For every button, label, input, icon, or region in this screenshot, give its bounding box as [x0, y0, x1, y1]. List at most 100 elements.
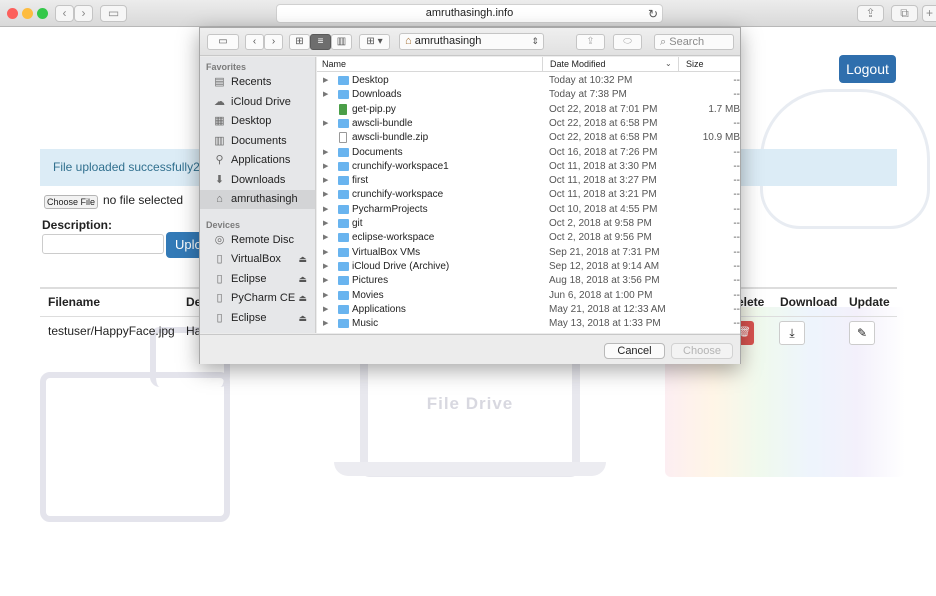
file-list-row[interactable]: ▶ Documents Oct 16, 2018 at 7:26 PM -- — [317, 146, 740, 160]
disclosure-triangle-icon[interactable]: ▶ — [323, 274, 328, 288]
sidebar-toggle-icon[interactable]: ▭ — [100, 5, 127, 22]
choose-file-button[interactable]: Choose File — [44, 195, 98, 209]
sidebar-device-pycharm-ce[interactable]: ▯ PyCharm CE ⏏ — [200, 289, 315, 308]
sidebar-item-icloud-drive[interactable]: ☁ iCloud Drive — [200, 93, 315, 112]
share-icon[interactable]: ⇪ — [576, 34, 605, 50]
column-header-size[interactable]: Size — [686, 57, 704, 71]
tabs-overview-icon[interactable]: ⧉ — [891, 5, 918, 22]
back-icon[interactable]: ‹ — [55, 5, 74, 22]
download-button[interactable]: ⤓ — [779, 321, 805, 345]
disclosure-triangle-icon[interactable]: ▶ — [323, 174, 328, 188]
sidebar-device-eclipse[interactable]: ▯ Eclipse ⏏ — [200, 309, 315, 328]
sidebar-item-recents[interactable]: ▤ Recents — [200, 73, 315, 92]
column-header-name[interactable]: Name — [322, 57, 346, 71]
share-icon[interactable]: ⇪ — [857, 5, 884, 22]
file-list-row[interactable]: ▶ Music May 13, 2018 at 1:33 PM -- — [317, 317, 740, 331]
file-list-row[interactable]: ▶ git Oct 2, 2018 at 9:58 PM -- — [317, 217, 740, 231]
file-list-row[interactable]: ▶ eclipse-workspace Oct 2, 2018 at 9:56 PM… — [317, 231, 740, 245]
file-list-row[interactable]: ▶ crunchify-workspace Oct 11, 2018 at 3:21… — [317, 188, 740, 202]
new-tab-icon[interactable]: + — [922, 5, 936, 22]
file-date: Oct 11, 2018 at 3:30 PM — [549, 160, 657, 172]
tag-icon[interactable]: ⬭ — [613, 34, 642, 50]
eject-icon[interactable]: ⏏ — [298, 289, 307, 308]
sidebar-item-applications[interactable]: ⚲ Applications — [200, 151, 315, 170]
file-size: -- — [733, 246, 740, 258]
disclosure-triangle-icon[interactable]: ▶ — [323, 231, 328, 245]
eject-icon[interactable]: ⏏ — [298, 309, 307, 328]
file-list-row[interactable]: ▶ iCloud Drive (Archive) Sep 12, 2018 at 9… — [317, 260, 740, 274]
eject-icon[interactable]: ⏏ — [298, 250, 307, 269]
disclosure-triangle-icon[interactable]: ▶ — [323, 88, 328, 102]
file-name: VirtualBox VMs — [352, 246, 421, 258]
sidebar-item-downloads[interactable]: ⬇ Downloads — [200, 171, 315, 190]
file-list-row[interactable]: ▶ crunchify-workspace1 Oct 11, 2018 at 3:3… — [317, 160, 740, 174]
sidebar-item-amruthasingh[interactable]: ⌂ amruthasingh — [200, 190, 315, 209]
file-list-row[interactable]: ▶ PycharmProjects Oct 10, 2018 at 4:55 PM -… — [317, 203, 740, 217]
file-list-row[interactable]: ▶ Downloads Today at 7:38 PM -- — [317, 88, 740, 102]
disclosure-triangle-icon[interactable]: ▶ — [323, 74, 328, 88]
description-input[interactable] — [42, 234, 164, 254]
column-header-delete: elete — [737, 295, 765, 309]
column-view-icon[interactable]: ▥ — [331, 34, 352, 50]
sidebar-device-remote-disc[interactable]: ◎ Remote Disc — [200, 231, 315, 250]
file-list-row[interactable]: ▶ Movies Jun 6, 2018 at 1:00 PM -- — [317, 289, 740, 303]
file-date: May 21, 2018 at 12:33 AM — [549, 303, 666, 315]
file-name: first — [352, 175, 369, 187]
location-popup[interactable]: ⌂ amruthasingh ⇕ — [399, 33, 544, 50]
reload-icon[interactable]: ↻ — [648, 6, 658, 23]
address-bar[interactable]: amruthasingh.info ↻ — [276, 4, 663, 23]
disclosure-triangle-icon[interactable]: ▶ — [323, 246, 328, 260]
file-list-row[interactable]: ▶ awscli-bundle Oct 22, 2018 at 6:58 PM -- — [317, 117, 740, 131]
close-window-button[interactable] — [7, 8, 18, 19]
file-list-row[interactable]: awscli-bundle.zip Oct 22, 2018 at 6:58 PM… — [317, 131, 740, 145]
folder-icon — [338, 147, 349, 157]
forward-icon[interactable]: › — [264, 34, 283, 50]
file-list-row[interactable]: ▶ Applications May 21, 2018 at 12:33 AM -- — [317, 303, 740, 317]
update-button[interactable]: ✎ — [849, 321, 875, 345]
disclosure-triangle-icon[interactable]: ▶ — [323, 217, 328, 231]
cancel-button[interactable]: Cancel — [604, 343, 665, 359]
sidebar-item-desktop[interactable]: ▦ Desktop — [200, 112, 315, 131]
file-size: -- — [733, 189, 740, 201]
disclosure-triangle-icon[interactable]: ▶ — [323, 260, 328, 274]
disclosure-triangle-icon[interactable]: ▶ — [323, 160, 328, 174]
dialog-footer: Cancel Choose — [200, 334, 740, 364]
minimize-window-button[interactable] — [22, 8, 33, 19]
sidebar-item-label: iCloud Drive — [231, 96, 291, 108]
choose-button[interactable]: Choose — [671, 343, 733, 359]
file-date: Oct 10, 2018 at 4:55 PM — [549, 203, 658, 215]
back-icon[interactable]: ‹ — [245, 34, 264, 50]
disclosure-triangle-icon[interactable]: ▶ — [323, 188, 328, 202]
sidebar-item-icon: ▤ — [214, 76, 225, 88]
group-menu-icon[interactable]: ⊞ ▾ — [359, 34, 390, 50]
file-list-row[interactable]: ▶ first Oct 11, 2018 at 3:27 PM -- — [317, 174, 740, 188]
file-list-row[interactable]: get-pip.py Oct 22, 2018 at 7:01 PM 1.7 MB — [317, 103, 740, 117]
folder-icon — [338, 319, 349, 329]
sidebar-item-documents[interactable]: ▥ Documents — [200, 132, 315, 151]
zoom-window-button[interactable] — [37, 8, 48, 19]
file-list-row[interactable]: ▶ Desktop Today at 10:32 PM -- — [317, 74, 740, 88]
file-size: -- — [733, 260, 740, 272]
file-list-row[interactable]: ▶ Pictures Aug 18, 2018 at 3:56 PM -- — [317, 274, 740, 288]
folder-icon — [338, 204, 349, 214]
eject-icon[interactable]: ⏏ — [298, 270, 307, 289]
disclosure-triangle-icon[interactable]: ▶ — [323, 117, 328, 131]
sidebar-toggle-icon[interactable]: ▭ — [207, 34, 239, 50]
search-field[interactable]: ⌕ Search — [654, 34, 734, 50]
file-list-row[interactable]: ▶ VirtualBox VMs Sep 21, 2018 at 7:31 PM -- — [317, 246, 740, 260]
sidebar-device-eclipse[interactable]: ▯ Eclipse ⏏ — [200, 270, 315, 289]
file-date: Oct 2, 2018 at 9:58 PM — [549, 218, 652, 229]
sidebar-device-virtualbox[interactable]: ▯ VirtualBox ⏏ — [200, 250, 315, 269]
disclosure-triangle-icon[interactable]: ▶ — [323, 317, 328, 331]
disclosure-triangle-icon[interactable]: ▶ — [323, 303, 328, 317]
disclosure-triangle-icon[interactable]: ▶ — [323, 289, 328, 303]
disclosure-triangle-icon[interactable]: ▶ — [323, 203, 328, 217]
forward-icon[interactable]: › — [74, 5, 93, 22]
icon-view-icon[interactable]: ⊞ — [289, 34, 310, 50]
column-header-download: Download — [780, 295, 838, 309]
logout-button[interactable]: Logout — [839, 55, 896, 83]
list-view-icon[interactable]: ≡ — [310, 34, 331, 50]
drive-icon: ◎ — [214, 234, 225, 246]
column-header-date[interactable]: Date Modified — [550, 57, 606, 71]
disclosure-triangle-icon[interactable]: ▶ — [323, 146, 328, 160]
